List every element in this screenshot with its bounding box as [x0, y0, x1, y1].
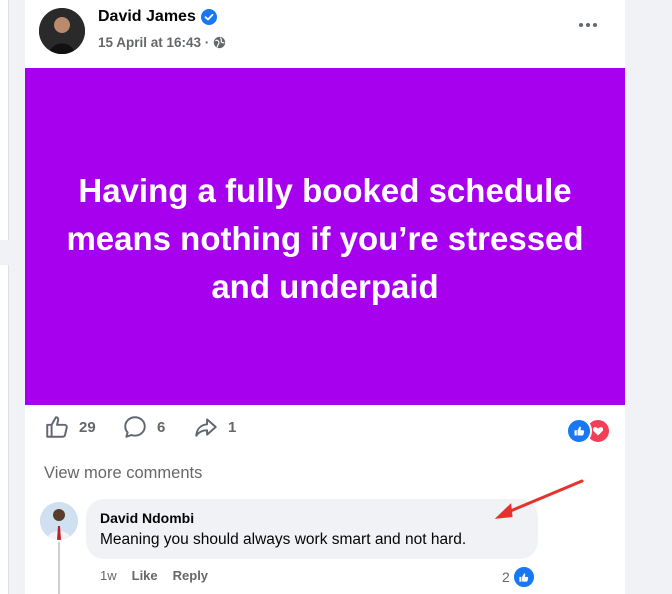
- comment-text: Meaning you should always work smart and…: [100, 531, 467, 548]
- comment-actions: 1w Like Reply: [100, 568, 208, 583]
- globe-icon[interactable]: [213, 36, 226, 49]
- page-edge: [0, 0, 9, 594]
- author-name[interactable]: David James: [98, 8, 196, 26]
- post-card: David James 15 April at 16:43 · Having a…: [25, 0, 625, 594]
- view-more-comments-link[interactable]: View more comments: [44, 464, 202, 483]
- like-reaction-icon: [566, 418, 592, 444]
- commenter-photo: [40, 502, 78, 540]
- author-avatar[interactable]: [39, 8, 85, 54]
- more-dots-icon: [579, 23, 597, 27]
- post-meta: 15 April at 16:43 ·: [98, 35, 226, 50]
- comment-reaction-number: 2: [502, 569, 510, 585]
- commenter-name[interactable]: David Ndombi: [100, 510, 194, 526]
- comment-action[interactable]: 6: [122, 414, 165, 440]
- comment-like-button[interactable]: Like: [132, 568, 158, 583]
- reaction-summary[interactable]: [566, 418, 611, 444]
- verified-badge-icon: [200, 9, 217, 25]
- share-count: 1: [228, 418, 237, 436]
- post-timestamp[interactable]: 15 April at 16:43 ·: [98, 35, 209, 50]
- comment-count: 6: [157, 418, 166, 436]
- post-image-text: Having a fully booked schedule means not…: [66, 171, 584, 305]
- edge-panel-bottom: [0, 265, 9, 594]
- comment-time[interactable]: 1w: [100, 568, 117, 583]
- comment-reaction-count[interactable]: 2: [502, 565, 536, 589]
- comment-bubble: David Ndombi Meaning you should always w…: [86, 499, 538, 559]
- author-row: David James: [98, 8, 217, 26]
- like-action[interactable]: 29: [44, 414, 96, 440]
- post-image[interactable]: Having a fully booked schedule means not…: [25, 68, 625, 405]
- more-options-button[interactable]: [577, 14, 599, 36]
- comment-icon: [124, 416, 146, 438]
- share-icon: [195, 418, 217, 437]
- comment-like-reaction-icon: [511, 565, 536, 589]
- like-count: 29: [79, 418, 96, 436]
- like-icon: [46, 416, 68, 438]
- avatar-photo: [39, 8, 85, 54]
- comment-reply-button[interactable]: Reply: [173, 568, 208, 583]
- comment-thread-line: [58, 542, 60, 594]
- edge-panel-top: [0, 0, 9, 240]
- commenter-avatar[interactable]: [40, 502, 78, 540]
- share-action[interactable]: 1: [193, 414, 236, 440]
